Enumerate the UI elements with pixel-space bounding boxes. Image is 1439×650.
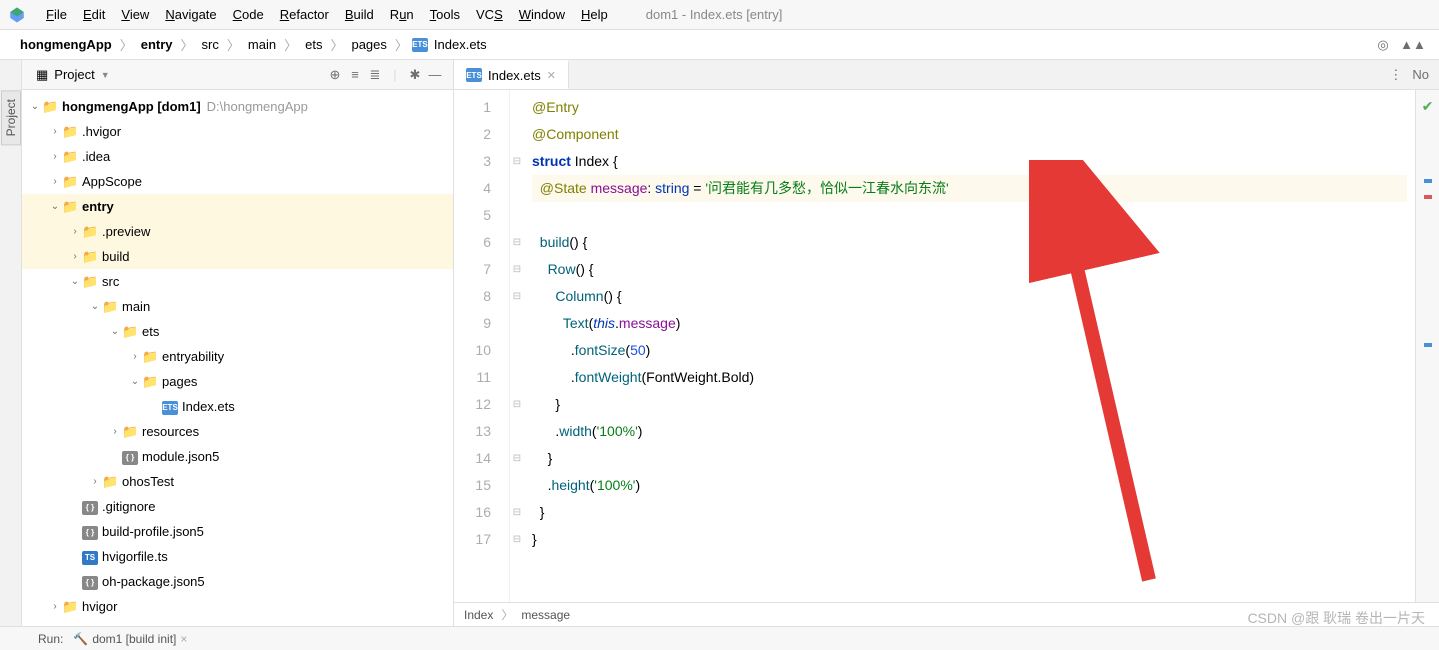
more-icon[interactable]: ⋮ [1389,67,1402,83]
project-tool-tab[interactable]: Project [1,90,21,145]
chevron-icon: 〉 [118,35,135,54]
crumb-item[interactable]: pages [347,35,390,54]
fold-column[interactable]: ⊟⊟⊟⊟⊟⊟⊟⊟ [510,90,524,602]
menu-window[interactable]: Window [511,3,573,26]
crumb-file[interactable]: Index.ets [430,35,491,54]
tree-node[interactable]: ETSIndex.ets [22,394,453,419]
crumb-struct[interactable]: Index [464,608,493,622]
chevron-icon: 〉 [179,35,196,54]
tree-node[interactable]: { }build-profile.json5 [22,519,453,544]
crumb-item[interactable]: src [198,35,223,54]
tree-node[interactable]: ›📁.idea [22,144,453,169]
tool-window-stripe: Project [0,60,22,626]
device-manager-icon[interactable]: ▲▲ [1403,35,1423,55]
right-panel-label[interactable]: No [1412,67,1429,82]
expand-all-icon[interactable]: ≡ [345,65,365,85]
chevron-icon: 〉 [393,35,410,54]
menu-view[interactable]: View [113,3,157,26]
tree-node[interactable]: ⌄📁src [22,269,453,294]
editor-tabs: ETS Index.ets ✕ ⋮ No [454,60,1439,90]
tree-node[interactable]: ⌄📁entry [22,194,453,219]
crumb-item[interactable]: ets [301,35,326,54]
hide-icon[interactable]: — [425,65,445,85]
line-gutter: 1234567891011121314151617 [454,90,510,602]
chevron-down-icon: ▼ [101,70,110,80]
code-content[interactable]: @Entry @Component struct Index { @State … [524,90,1415,602]
tree-node[interactable]: { }.gitignore [22,494,453,519]
project-view-selector[interactable]: ▦ Project ▼ [30,65,116,85]
watermark: CSDN @跟 耿瑞 卷出一片天 [1247,608,1425,628]
editor-area: ETS Index.ets ✕ ⋮ No 1234567891011121314… [454,60,1439,626]
tree-node[interactable]: ›📁.hvigor [22,119,453,144]
tree-node[interactable]: ›📁AppScope [22,169,453,194]
crumb-item[interactable]: main [244,35,280,54]
tree-node[interactable]: ›📁.preview [22,219,453,244]
tree-node[interactable]: ›📁build [22,244,453,269]
tree-node[interactable]: ⌄📁hongmengApp [dom1]D:\hongmengApp [22,94,453,119]
inspection-ok-icon[interactable]: ✔ [1422,98,1434,115]
crumb-module[interactable]: entry [137,35,177,54]
breadcrumb: hongmengApp〉 entry〉 src〉 main〉 ets〉 page… [16,35,491,54]
marker[interactable] [1424,195,1432,199]
run-config-name[interactable]: dom1 [build init] [92,632,176,646]
tree-node[interactable]: ⌄📁pages [22,369,453,394]
tree-node[interactable]: ›📁hvigor [22,594,453,619]
marker[interactable] [1424,343,1432,347]
tree-node[interactable]: ⌄📁ets [22,319,453,344]
navigation-bar: hongmengApp〉 entry〉 src〉 main〉 ets〉 page… [0,30,1439,60]
tree-node[interactable]: ⌄📁main [22,294,453,319]
tree-node[interactable]: TShvigorfile.ts [22,544,453,569]
chevron-icon: 〉 [282,35,299,54]
menu-refactor[interactable]: Refactor [272,3,337,26]
chevron-icon: 〉 [499,606,515,623]
ets-file-icon: ETS [466,68,482,82]
status-bar: Run: 🔨 dom1 [build init] × [0,626,1439,650]
menu-file[interactable]: File [38,3,75,26]
hammer-icon: 🔨 [73,632,88,646]
menu-help[interactable]: Help [573,3,616,26]
tree-node[interactable]: ›📁ohosTest [22,469,453,494]
project-icon: ▦ [36,67,48,83]
marker[interactable] [1424,179,1432,183]
menu-build[interactable]: Build [337,3,382,26]
target-icon[interactable]: ◎ [1373,35,1393,55]
tree-node[interactable]: ›📁resources [22,419,453,444]
menubar: File Edit View Navigate Code Refactor Bu… [0,0,1439,30]
chevron-icon: 〉 [328,35,345,54]
project-panel-header: ▦ Project ▼ ⊕ ≡ ≣ | ✱ — [22,60,453,90]
window-title: dom1 - Index.ets [entry] [646,7,783,22]
close-run-icon[interactable]: × [180,632,187,646]
main-menu: File Edit View Navigate Code Refactor Bu… [38,3,616,26]
menu-code[interactable]: Code [225,3,272,26]
editor-marker-strip: ✔ [1415,90,1439,602]
code-editor[interactable]: 1234567891011121314151617 ⊟⊟⊟⊟⊟⊟⊟⊟ @Entr… [454,90,1439,602]
settings-icon[interactable]: ✱ [405,65,425,85]
project-tree[interactable]: ⌄📁hongmengApp [dom1]D:\hongmengApp›📁.hvi… [22,90,453,626]
divider: | [385,65,405,85]
crumb-member[interactable]: message [521,608,570,622]
tab-index-ets[interactable]: ETS Index.ets ✕ [454,60,569,89]
menu-edit[interactable]: Edit [75,3,113,26]
run-label[interactable]: Run: [38,632,63,646]
chevron-icon: 〉 [225,35,242,54]
close-tab-icon[interactable]: ✕ [547,69,556,82]
project-panel: ▦ Project ▼ ⊕ ≡ ≣ | ✱ — ⌄📁hongmengApp [d… [22,60,454,626]
tree-node[interactable]: { }oh-package.json5 [22,569,453,594]
ets-file-icon: ETS [412,38,428,52]
project-view-label: Project [54,67,94,82]
menu-vcs[interactable]: VCS [468,3,511,26]
menu-run[interactable]: Run [382,3,422,26]
menu-navigate[interactable]: Navigate [157,3,224,26]
tree-node[interactable]: ›📁entryability [22,344,453,369]
collapse-all-icon[interactable]: ≣ [365,65,385,85]
crumb-root[interactable]: hongmengApp [16,35,116,54]
tree-node[interactable]: { }module.json5 [22,444,453,469]
tab-label: Index.ets [488,68,541,83]
menu-tools[interactable]: Tools [422,3,468,26]
app-logo [8,6,26,24]
locate-icon[interactable]: ⊕ [325,65,345,85]
